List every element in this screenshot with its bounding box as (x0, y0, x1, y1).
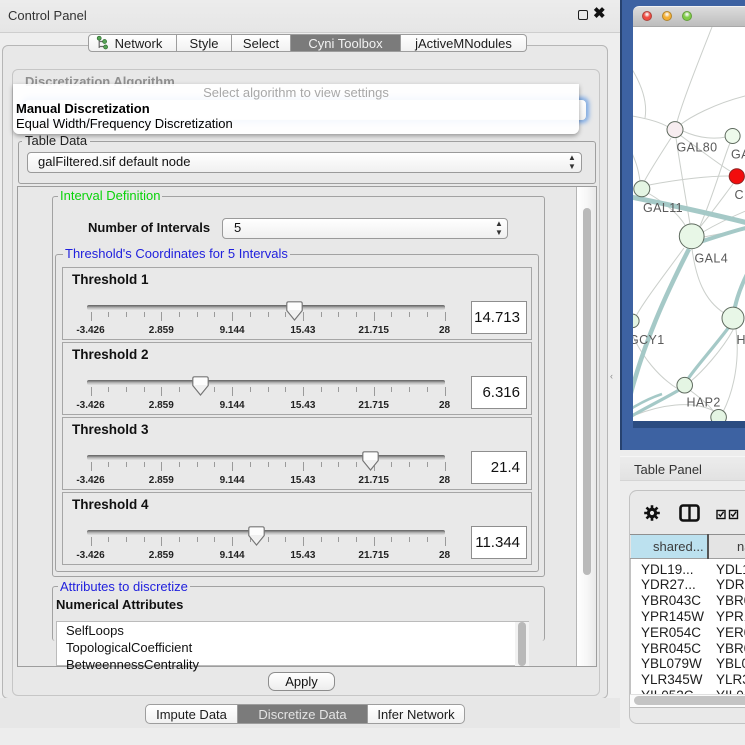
svg-text:H: H (737, 333, 745, 347)
svg-text:GAL80: GAL80 (677, 141, 718, 155)
svg-text:GAL11: GAL11 (643, 201, 683, 215)
svg-text:GAL4: GAL4 (695, 252, 729, 266)
svg-text:C: C (735, 188, 744, 202)
svg-text:HAP2: HAP2 (687, 396, 721, 410)
svg-text:GCY1: GCY1 (633, 333, 665, 347)
svg-text:GA: GA (731, 148, 745, 162)
